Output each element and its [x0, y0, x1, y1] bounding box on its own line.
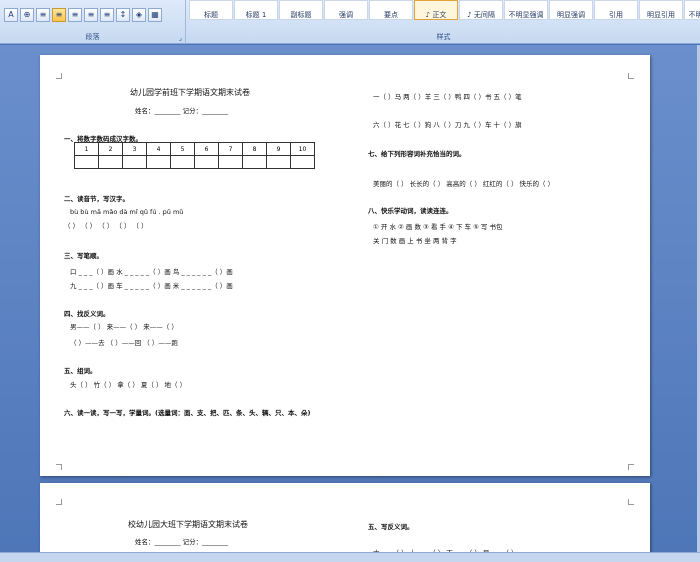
pinyin-row: bù bù mǎ mǎo dà mǐ qǔ fú . pǔ mǔ	[70, 208, 184, 216]
dialog-launcher-icon[interactable]: ⌟	[179, 34, 182, 42]
table-cell: 4	[146, 142, 171, 156]
document-page-1[interactable]: 幼儿园学前班下学期语文期末试卷 姓名：________ 记分：________ …	[40, 55, 650, 476]
section-3-heading: 三、写笔顺。	[64, 252, 103, 260]
align-right-icon[interactable]: ≡	[68, 8, 82, 22]
align-left-icon[interactable]: ≡	[36, 8, 50, 22]
table-cell: 1	[74, 142, 99, 156]
verb-row-2: 关 门 数 画 上 书 坐 两 背 字	[373, 237, 457, 245]
margin-mark	[628, 499, 634, 505]
justify-icon[interactable]: ≡	[84, 8, 98, 22]
style-normal[interactable]: ♪ 正文	[414, 0, 458, 20]
table-cell: 10	[290, 142, 315, 156]
table-cell: 3	[122, 142, 147, 156]
table-cell: 2	[98, 142, 123, 156]
style-subtle-reference[interactable]: 不明显参考	[684, 0, 700, 20]
paragraph-toolbar: A ⊕ ≡ ≡ ≡ ≡ ≡ ↕ ◈ ▦	[4, 8, 162, 22]
measure-row-1: 一（ ）马 两（ ）羊 三（ ）鸭 四（ ）书 五（ ）笔	[373, 93, 522, 101]
styles-label: 样式	[436, 33, 451, 41]
line-spacing-icon[interactable]: ↕	[116, 8, 130, 22]
paragraph-label: 段落	[85, 33, 100, 41]
styles-gallery: 标题 标题 1 副标题 强调 要点 ♪ 正文 ♪ 无间隔 不明显强调 明显强调 …	[189, 0, 700, 20]
style-no-spacing[interactable]: ♪ 无间隔	[459, 0, 503, 20]
styles-group: 标题 标题 1 副标题 强调 要点 ♪ 正文 ♪ 无间隔 不明显强调 明显强调 …	[187, 0, 700, 44]
style-quote[interactable]: 引用	[594, 0, 638, 20]
table-cell: 5	[170, 142, 195, 156]
name-score-line: 姓名：________ 记分：________	[135, 107, 229, 115]
char-border-icon[interactable]: ⊕	[20, 8, 34, 22]
align-center-icon[interactable]: ≡	[52, 8, 66, 22]
measure-row-2: 六（ ）花 七（ ）狗 八（ ）刀 九（ ）车 十（ ）旗	[373, 121, 522, 129]
document-area[interactable]: 幼儿园学前班下学期语文期末试卷 姓名：________ 记分：________ …	[0, 45, 700, 562]
exam-title: 幼儿园学前班下学期语文期末试卷	[130, 88, 250, 97]
margin-mark	[56, 73, 62, 79]
paragraph-group: A ⊕ ≡ ≡ ≡ ≡ ≡ ↕ ◈ ▦ 段落 ⌟	[0, 0, 186, 44]
margin-mark	[56, 464, 62, 470]
borders-icon[interactable]: ▦	[148, 8, 162, 22]
stroke-row-1: 口 _ _ _（ ）画 水 _ _ _ _ _（ ）画 鸟 _ _ _ _ _ …	[70, 268, 233, 276]
adjective-row: 美丽的（ ） 长长的（ ） 高高的（ ） 红红的（ ） 快乐的（ ）	[373, 180, 555, 188]
document-page-2[interactable]: 校幼儿园大班下学期语文期末试卷 姓名：________ 记分：________ …	[40, 483, 650, 562]
style-intense-quote[interactable]: 明显引用	[639, 0, 683, 20]
section-4-heading: 四、找反义词。	[64, 310, 110, 318]
section-7-heading: 七、给下列形容词补充恰当的词。	[368, 150, 466, 158]
margin-mark	[56, 499, 62, 505]
margin-mark	[628, 464, 634, 470]
style-subtitle[interactable]: 副标题	[279, 0, 323, 20]
table-cell: 8	[242, 142, 267, 156]
style-strong[interactable]: 要点	[369, 0, 413, 20]
stroke-row-2: 九 _ _ _（ ）画 车 _ _ _ _ _（ ）画 米 _ _ _ _ _ …	[70, 282, 233, 290]
ribbon: A ⊕ ≡ ≡ ≡ ≡ ≡ ↕ ◈ ▦ 段落 ⌟ 标题 标题 1 副标题 强调 …	[0, 0, 700, 44]
section-5-heading: 五、组词。	[64, 367, 97, 375]
table-row: 1 2 3 4 5 6 7 8 9 10	[74, 142, 315, 156]
blank-row: （ ） （ ） （ ） （ ） （ ）	[64, 222, 148, 230]
antonym-row-1: 男——（ ） 来——（ ） 来——（ ）	[70, 323, 178, 331]
number-table: 1 2 3 4 5 6 7 8 9 10	[74, 142, 315, 169]
style-subtle-emphasis[interactable]: 不明显强调	[504, 0, 548, 20]
style-intense-emphasis[interactable]: 明显强调	[549, 0, 593, 20]
table-cell: 6	[194, 142, 219, 156]
status-bar	[0, 552, 700, 562]
style-heading-1[interactable]: 标题 1	[234, 0, 278, 20]
section-5-heading: 五、写反义词。	[368, 523, 414, 531]
table-cell: 7	[218, 142, 243, 156]
section-6-heading: 六、读一读，写一写，学量词。(选量词：面、支、把、匹、条、头、辆、只、本、朵)	[64, 409, 311, 417]
antonym-row-2: （ ）——去 （ ）——回 （ ）——跑	[70, 339, 178, 347]
name-score-line: 姓名：________ 记分：________	[135, 538, 229, 546]
verb-row-1: ① 开 水 ② 画 数 ③ 看 手 ④ 下 车 ⑤ 写 书包	[373, 223, 503, 231]
section-8-heading: 八、快乐学动词，读读连连。	[368, 207, 453, 215]
exam-title: 校幼儿园大班下学期语文期末试卷	[128, 520, 248, 529]
shading-icon[interactable]: ◈	[132, 8, 146, 22]
table-row	[74, 155, 315, 169]
style-emphasis[interactable]: 强调	[324, 0, 368, 20]
style-title[interactable]: 标题	[189, 0, 233, 20]
section-2-heading: 二、读音节，写汉字。	[64, 195, 129, 203]
text-effect-icon[interactable]: A	[4, 8, 18, 22]
distributed-icon[interactable]: ≡	[100, 8, 114, 22]
margin-mark	[628, 73, 634, 79]
word-row: 头（ ） 竹（ ） 拿（ ） 夏（ ） 地（ ）	[70, 381, 187, 389]
table-cell: 9	[266, 142, 291, 156]
